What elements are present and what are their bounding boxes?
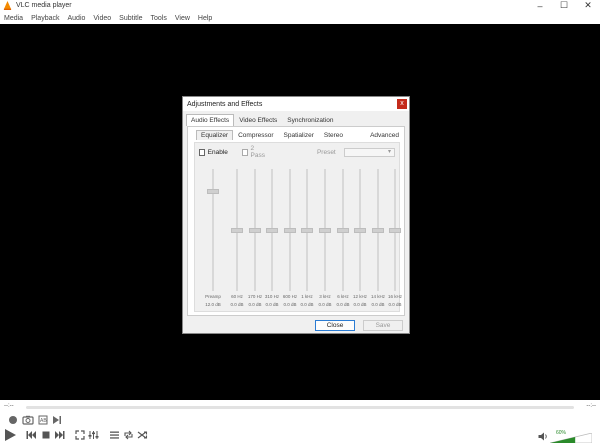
menu-video[interactable]: Video	[89, 13, 115, 24]
record-icon[interactable]	[8, 415, 18, 425]
menu-bar: Media Playback Audio Video Subtitle Tool…	[0, 13, 600, 24]
effects-tabs: Audio Effects Video Effects Synchronizat…	[183, 114, 409, 126]
preamp-slider-thumb[interactable]	[207, 189, 219, 194]
minimize-button[interactable]: –	[528, 0, 552, 11]
dialog-title-bar: Adjustments and Effects x	[183, 97, 409, 111]
menu-audio[interactable]: Audio	[63, 13, 89, 24]
dialog-title: Adjustments and Effects	[187, 100, 263, 108]
title-bar: VLC media player – ☐ ✕	[0, 0, 600, 11]
eq-band-slider-thumb[interactable]	[337, 228, 349, 233]
eq-band-slider-label: 16 kHz	[387, 294, 402, 299]
next-icon[interactable]	[54, 430, 65, 440]
subtab-spatializer[interactable]: Spatializer	[279, 130, 319, 140]
dialog-footer: Close Save	[315, 320, 403, 331]
eq-band-slider-thumb[interactable]	[354, 228, 366, 233]
elapsed-time: --:--	[4, 403, 14, 409]
subtab-stereo-widener[interactable]: Stereo Widener	[319, 130, 365, 149]
eq-band-slider[interactable]	[231, 169, 243, 291]
eq-band-slider[interactable]	[372, 169, 384, 291]
stop-icon[interactable]	[41, 430, 51, 440]
seek-row: --:-- --:--	[0, 401, 600, 413]
subtab-advanced[interactable]: Advanced	[365, 130, 404, 140]
audio-subtabs: Equalizer Compressor Spatializer Stereo …	[196, 130, 404, 149]
main-controls: 60%	[0, 427, 600, 444]
loop-icon[interactable]	[123, 430, 134, 440]
eq-band-slider[interactable]	[337, 169, 349, 291]
playlist-icon[interactable]	[109, 430, 120, 440]
enable-checkbox[interactable]	[199, 148, 205, 156]
seek-slider[interactable]	[26, 406, 574, 409]
enable-label: Enable	[207, 148, 228, 156]
shuffle-icon[interactable]	[137, 430, 148, 440]
snapshot-icon[interactable]	[22, 415, 34, 425]
close-button[interactable]: Close	[315, 320, 355, 331]
preamp-slider-label: Preamp	[205, 294, 221, 299]
adjustments-dialog: Adjustments and Effects x Audio Effects …	[182, 96, 410, 334]
eq-band-slider-thumb[interactable]	[284, 228, 296, 233]
subtab-equalizer[interactable]: Equalizer	[196, 130, 234, 140]
loop-ab-icon[interactable]: AB	[38, 415, 48, 425]
volume-speaker-icon[interactable]	[538, 432, 548, 441]
eq-band-slider-thumb[interactable]	[372, 228, 384, 233]
eq-band-slider[interactable]	[249, 169, 261, 291]
eq-band-slider-thumb[interactable]	[266, 228, 278, 233]
preset-dropdown[interactable]	[343, 147, 395, 157]
eq-band-slider[interactable]	[301, 169, 313, 291]
tab-synchronization[interactable]: Synchronization	[282, 114, 338, 126]
eq-band-slider-value: 0.0 dB	[388, 302, 402, 307]
close-window-button[interactable]: ✕	[576, 0, 600, 11]
eq-band-slider[interactable]	[389, 169, 401, 291]
tab-audio-effects[interactable]: Audio Effects	[186, 114, 235, 126]
eq-band-slider[interactable]	[354, 169, 366, 291]
menu-media[interactable]: Media	[0, 13, 27, 24]
menu-help[interactable]: Help	[194, 13, 216, 24]
eq-band-slider[interactable]	[319, 169, 331, 291]
eq-band-slider-thumb[interactable]	[319, 228, 331, 233]
frame-step-icon[interactable]	[52, 415, 62, 425]
preamp-slider-track	[212, 169, 214, 291]
window-title: VLC media player	[16, 2, 72, 9]
preamp-slider[interactable]	[207, 169, 219, 291]
tab-video-effects[interactable]: Video Effects	[234, 114, 282, 126]
eq-band-slider-thumb[interactable]	[389, 228, 401, 233]
remaining-time: --:--	[586, 403, 596, 409]
advanced-controls: AB	[0, 413, 600, 427]
save-button[interactable]: Save	[363, 320, 403, 331]
fullscreen-icon[interactable]	[75, 430, 85, 440]
two-pass-label: 2 Pass	[250, 145, 265, 159]
dialog-close-icon[interactable]: x	[397, 99, 407, 109]
extended-settings-icon[interactable]	[88, 430, 99, 440]
svg-text:AB: AB	[40, 418, 47, 424]
menu-tools[interactable]: Tools	[147, 13, 171, 24]
menu-playback[interactable]: Playback	[27, 13, 63, 24]
two-pass-checkbox[interactable]	[241, 148, 248, 156]
menu-subtitle[interactable]: Subtitle	[115, 13, 146, 24]
preamp-slider-value: 12.0 dB	[205, 302, 221, 307]
eq-band-slider[interactable]	[284, 169, 296, 291]
volume-slider[interactable]	[550, 433, 592, 443]
subtab-compressor[interactable]: Compressor	[233, 130, 278, 140]
eq-band-slider-thumb[interactable]	[249, 228, 261, 233]
equalizer-area: Enable 2 Pass Preset Preamp12.0 dB60 Hz0…	[194, 142, 402, 312]
eq-band-slider[interactable]	[266, 169, 278, 291]
previous-icon[interactable]	[26, 430, 37, 440]
audio-effects-panel: Equalizer Compressor Spatializer Stereo …	[187, 126, 405, 316]
vlc-cone-icon	[3, 1, 12, 10]
menu-view[interactable]: View	[171, 13, 194, 24]
preset-label: Preset	[316, 148, 336, 156]
eq-band-slider-thumb[interactable]	[231, 228, 243, 233]
equalizer-options-row: Enable 2 Pass Preset	[199, 145, 395, 159]
maximize-button[interactable]: ☐	[552, 0, 576, 11]
eq-band-slider-thumb[interactable]	[301, 228, 313, 233]
play-icon[interactable]	[3, 428, 17, 442]
